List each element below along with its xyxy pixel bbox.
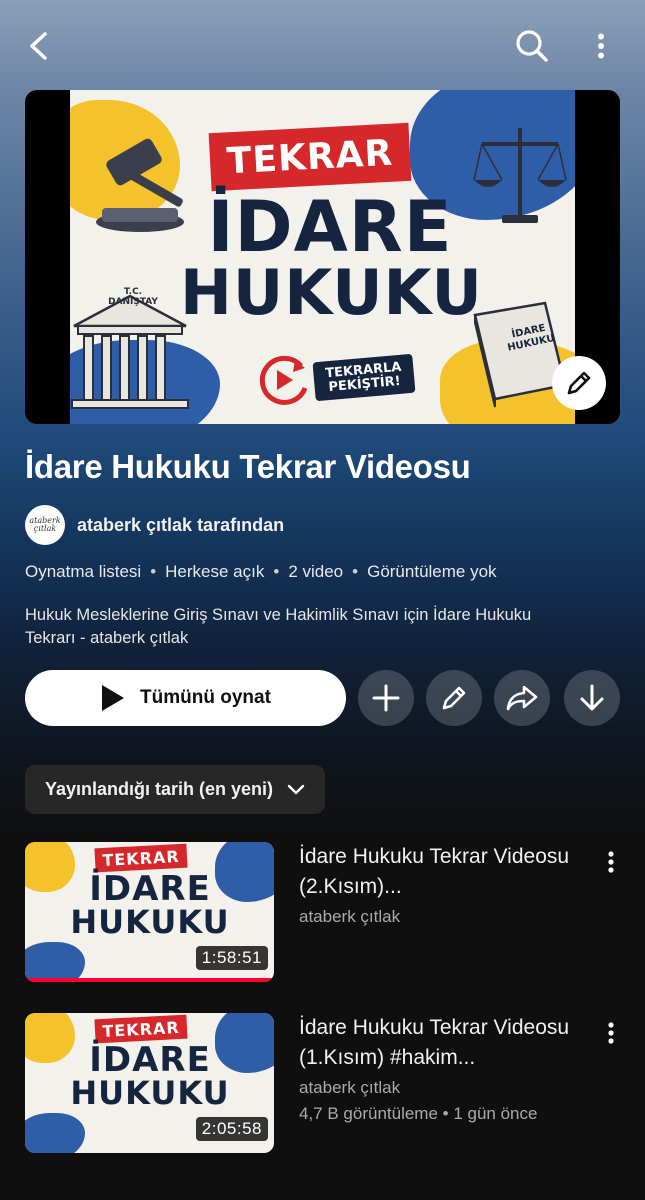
play-icon: [102, 685, 125, 711]
meta-views: Görüntüleme yok: [367, 562, 497, 581]
thumb-line2: HUKUKU: [70, 903, 230, 941]
blue-splash: [25, 942, 85, 982]
video-channel: ataberk çıtlak: [299, 907, 401, 926]
duration-badge: 2:05:58: [195, 1117, 268, 1141]
video-title[interactable]: İdare Hukuku Tekrar Videosu (2.Kısım)...: [299, 842, 589, 902]
meta-video-count: 2 video: [288, 562, 344, 581]
video-stats: 4,7 B görüntüleme • 1 gün önce: [299, 1104, 538, 1123]
thumb-line2: HUKUKU: [70, 1074, 230, 1112]
search-button[interactable]: [510, 24, 554, 68]
owner-name[interactable]: ataberk çıtlak tarafından: [77, 515, 284, 536]
thumb-line1: İDARE: [89, 869, 211, 909]
building-label: T.C. DANIŞTAY: [108, 287, 158, 307]
meta-type: Oynatma listesi: [25, 562, 142, 581]
scales-icon: [473, 128, 567, 223]
back-button[interactable]: [18, 26, 58, 66]
search-icon: [516, 30, 548, 62]
avatar[interactable]: ataberk çıtlak: [25, 505, 65, 545]
blue-splash: [25, 1113, 85, 1153]
playlist-title: İdare Hukuku Tekrar Videosu: [25, 448, 471, 485]
more-options-button[interactable]: [584, 26, 618, 66]
list-item[interactable]: TEKRAR İDARE HUKUKU 1:58:51 İdare Hukuku…: [25, 842, 620, 982]
play-all-label: Tümünü oynat: [140, 687, 271, 708]
video-thumbnail[interactable]: TEKRAR İDARE HUKUKU 2:05:58: [25, 1013, 274, 1153]
hero-line2: HUKUKU: [180, 256, 483, 329]
hero-line1: İDARE: [207, 186, 453, 268]
list-item[interactable]: TEKRAR İDARE HUKUKU 2:05:58 İdare Hukuku…: [25, 1013, 620, 1153]
video-info[interactable]: İdare Hukuku Tekrar Videosu (1.Kısım) #h…: [299, 1013, 589, 1126]
watch-progress-bar: [25, 978, 274, 982]
share-button[interactable]: [494, 670, 550, 726]
play-all-button[interactable]: Tümünü oynat: [25, 670, 346, 726]
chevron-left-icon: [30, 32, 47, 60]
edit-thumbnail-button[interactable]: [552, 356, 606, 410]
pencil-icon: [442, 686, 466, 710]
playlist-owner[interactable]: ataberk çıtlak ataberk çıtlak tarafından: [25, 505, 284, 545]
thumbnail-art: T.C. DANIŞTAY İDARE HUKUKU TEKRAR İDARE …: [70, 90, 575, 424]
download-icon: [580, 684, 604, 711]
video-thumbnail[interactable]: TEKRAR İDARE HUKUKU 1:58:51: [25, 842, 274, 982]
more-vertical-icon: [608, 1022, 614, 1044]
video-more-button[interactable]: [603, 1021, 619, 1045]
more-vertical-icon: [608, 851, 614, 873]
plus-icon: [372, 684, 400, 712]
chevron-down-icon: [287, 784, 305, 794]
video-more-button[interactable]: [603, 850, 619, 874]
yellow-splash: [25, 1013, 75, 1063]
video-title[interactable]: İdare Hukuku Tekrar Videosu (1.Kısım) #h…: [299, 1013, 589, 1073]
thumb-line1: İDARE: [89, 1040, 211, 1080]
pencil-icon: [567, 371, 591, 395]
separator-dot: •: [150, 562, 157, 581]
tekrarla-badge: TEKRARLA PEKİŞTİR!: [312, 353, 416, 402]
playlist-description[interactable]: Hukuk Mesleklerine Giriş Sınavı ve Hakim…: [25, 604, 585, 650]
top-bar: [0, 0, 645, 92]
sort-dropdown[interactable]: Yayınlandığı tarih (en yeni): [25, 765, 326, 814]
more-vertical-icon: [598, 33, 604, 59]
add-to-button[interactable]: [358, 670, 414, 726]
separator-dot: •: [273, 562, 280, 581]
duration-badge: 1:58:51: [195, 946, 268, 970]
yellow-splash: [25, 842, 75, 892]
meta-visibility: Herkese açık: [165, 562, 265, 581]
playlist-thumbnail[interactable]: T.C. DANIŞTAY İDARE HUKUKU TEKRAR İDARE …: [25, 90, 620, 424]
action-bar: Tümünü oynat: [25, 670, 620, 726]
replay-play-icon: [259, 355, 308, 405]
video-channel: ataberk çıtlak: [299, 1078, 401, 1097]
share-icon: [506, 685, 538, 711]
video-info[interactable]: İdare Hukuku Tekrar Videosu (2.Kısım)...…: [299, 842, 589, 929]
separator-dot: •: [352, 562, 359, 581]
edit-playlist-button[interactable]: [426, 670, 482, 726]
playlist-meta: Oynatma listesi • Herkese açık • 2 video…: [25, 562, 497, 582]
tekrar-tag: TEKRAR: [208, 122, 412, 192]
download-button[interactable]: [564, 670, 620, 726]
sort-label: Yayınlandığı tarih (en yeni): [45, 779, 274, 799]
